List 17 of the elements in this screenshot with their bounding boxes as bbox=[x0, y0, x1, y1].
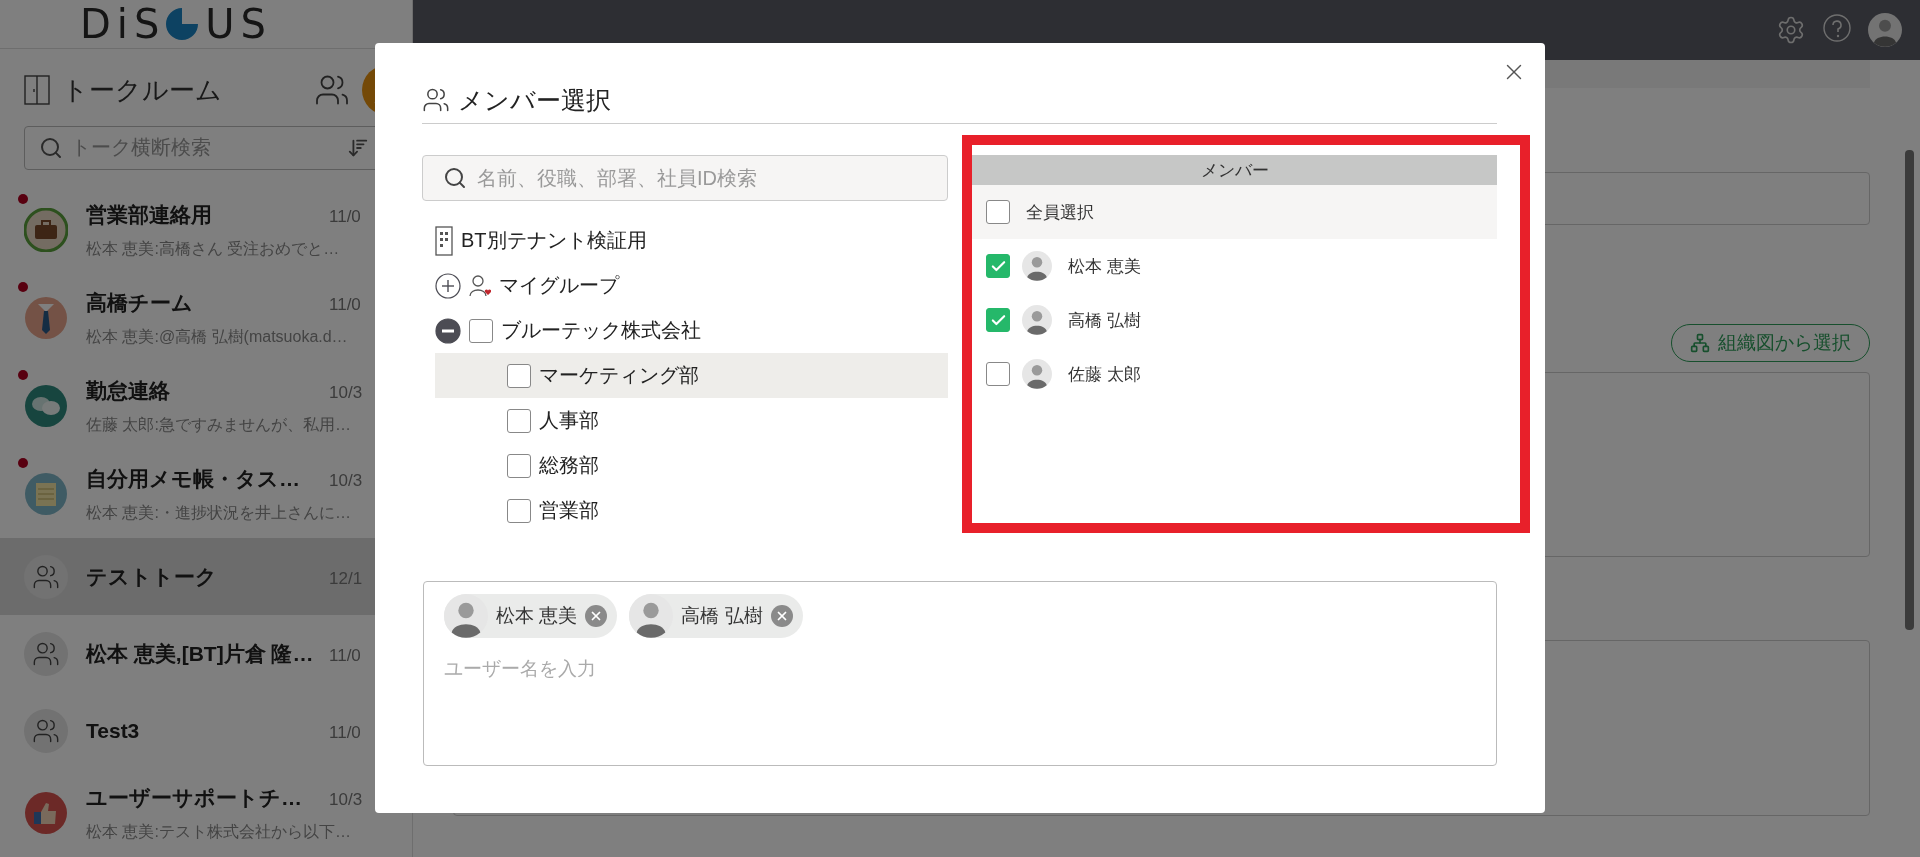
chip-name: 松本 恵美 bbox=[496, 604, 578, 628]
room-date: 10/3 bbox=[329, 382, 364, 403]
dialog-title: メンバー選択 bbox=[458, 84, 611, 116]
sidebar-title: トークルーム bbox=[62, 73, 223, 107]
room-date: 11/0 bbox=[329, 645, 362, 666]
room-date: 11/0 bbox=[329, 206, 362, 227]
member-list-header: メンバー bbox=[972, 155, 1497, 185]
room-date: 10/3 bbox=[329, 789, 364, 810]
room-preview: 松本 恵美:高橋さん 受注おめでと… bbox=[86, 238, 341, 259]
chip-name: 高橋 弘樹 bbox=[681, 604, 763, 628]
room-date: 11/0 bbox=[329, 722, 362, 743]
logo: DiS US bbox=[80, 0, 272, 47]
room-date: 10/3 bbox=[329, 470, 364, 491]
room-preview: 松本 恵美:テスト株式会社から以下… bbox=[86, 821, 352, 842]
room-preview: 松本 恵美:@高橋 弘樹(matsuoka.d… bbox=[86, 326, 349, 347]
room-date: 11/0 bbox=[329, 294, 362, 315]
room-preview: 佐藤 太郎:急ですみませんが、私用… bbox=[86, 414, 352, 435]
